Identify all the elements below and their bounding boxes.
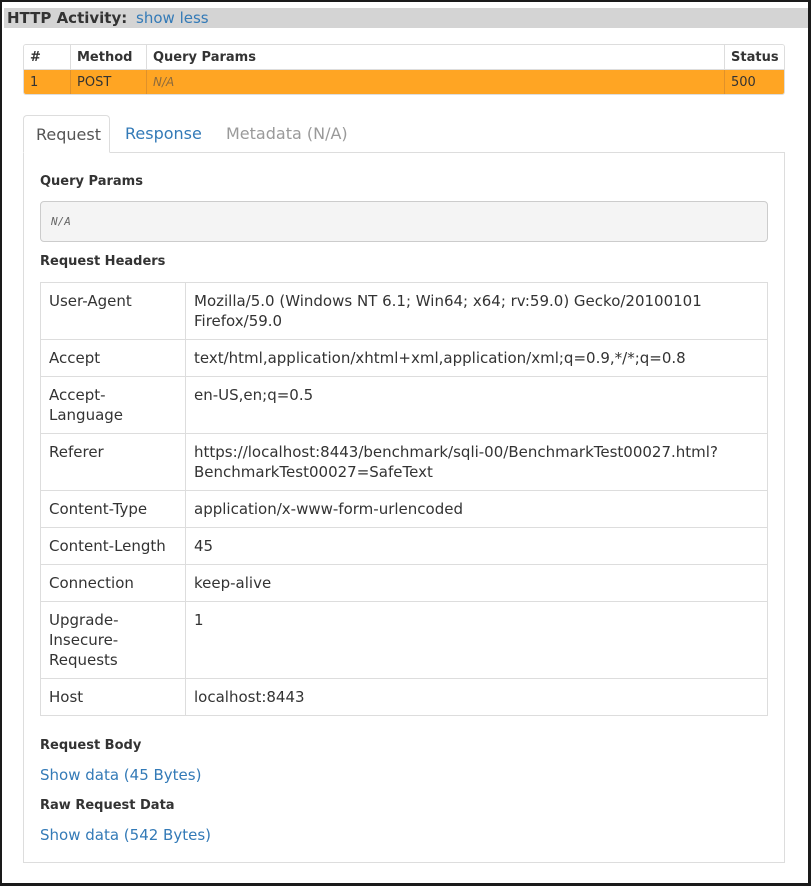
table-row: Accept text/html,application/xhtml+xml,a… [41, 339, 767, 376]
header-key: Referer [41, 434, 186, 490]
header-key: User-Agent [41, 283, 186, 339]
query-params-box: N/A [40, 201, 768, 242]
column-header-method: Method [70, 45, 146, 70]
request-headers-table: User-Agent Mozilla/5.0 (Windows NT 6.1; … [40, 282, 768, 716]
table-row: User-Agent Mozilla/5.0 (Windows NT 6.1; … [41, 283, 767, 339]
header-value: application/x-www-form-urlencoded [194, 500, 463, 518]
header-key: Content-Type [41, 491, 186, 527]
http-activity-header: HTTP Activity: show less [4, 8, 808, 28]
query-params-title: Query Params [40, 174, 143, 189]
raw-request-data-title: Raw Request Data [40, 798, 175, 813]
header-key: Accept [41, 340, 186, 376]
header-value: 45 [194, 537, 214, 555]
column-header-query-params: Query Params [146, 45, 724, 70]
row-query-params: N/A [146, 70, 724, 94]
header-value: https://localhost:8443/benchmark/sqli-00… [194, 443, 718, 481]
activity-table-header: # Method Query Params Status [24, 45, 784, 70]
tab-metadata: Metadata (N/A) [226, 124, 348, 143]
table-row: Content-Type application/x-www-form-urle… [41, 490, 767, 527]
http-activity-window: HTTP Activity: show less # Method Query … [0, 0, 811, 886]
table-row: Accept-Language en-US,en;q=0.5 [41, 376, 767, 433]
table-row: Referer https://localhost:8443/benchmark… [41, 433, 767, 490]
header-value: keep-alive [194, 574, 272, 592]
header-value: text/html,application/xhtml+xml,applicat… [194, 349, 686, 367]
row-query-params-value: N/A [153, 75, 175, 89]
header-value: localhost:8443 [194, 688, 305, 706]
header-value: en-US,en;q=0.5 [194, 386, 314, 404]
header-key: Accept-Language [41, 377, 186, 433]
row-method: POST [70, 70, 146, 94]
header-key: Upgrade-Insecure-Requests [41, 602, 186, 678]
header-key: Connection [41, 565, 186, 601]
column-header-number: # [30, 50, 41, 65]
table-row: Host localhost:8443 [41, 678, 767, 715]
row-number: 1 [30, 75, 39, 90]
http-activity-title: HTTP Activity: [7, 9, 128, 27]
header-value: 1 [194, 611, 204, 629]
request-panel: Query Params N/A Request Headers User-Ag… [23, 152, 785, 863]
table-row: Connection keep-alive [41, 564, 767, 601]
header-value: Mozilla/5.0 (Windows NT 6.1; Win64; x64;… [194, 292, 702, 330]
request-headers-title: Request Headers [40, 254, 166, 269]
header-key: Host [41, 679, 186, 715]
tab-response[interactable]: Response [113, 115, 214, 153]
header-key: Content-Length [41, 528, 186, 564]
show-less-link[interactable]: show less [136, 9, 209, 27]
row-status: 500 [724, 70, 784, 94]
tab-request[interactable]: Request [23, 115, 110, 153]
show-raw-request-link[interactable]: Show data (542 Bytes) [40, 826, 211, 844]
column-header-status: Status [724, 45, 784, 70]
table-row[interactable]: 1 POST N/A 500 [24, 70, 784, 94]
activity-table: # Method Query Params Status 1 POST N/A … [23, 44, 785, 95]
request-body-title: Request Body [40, 738, 142, 753]
table-row: Content-Length 45 [41, 527, 767, 564]
table-row: Upgrade-Insecure-Requests 1 [41, 601, 767, 678]
show-request-body-link[interactable]: Show data (45 Bytes) [40, 766, 201, 784]
